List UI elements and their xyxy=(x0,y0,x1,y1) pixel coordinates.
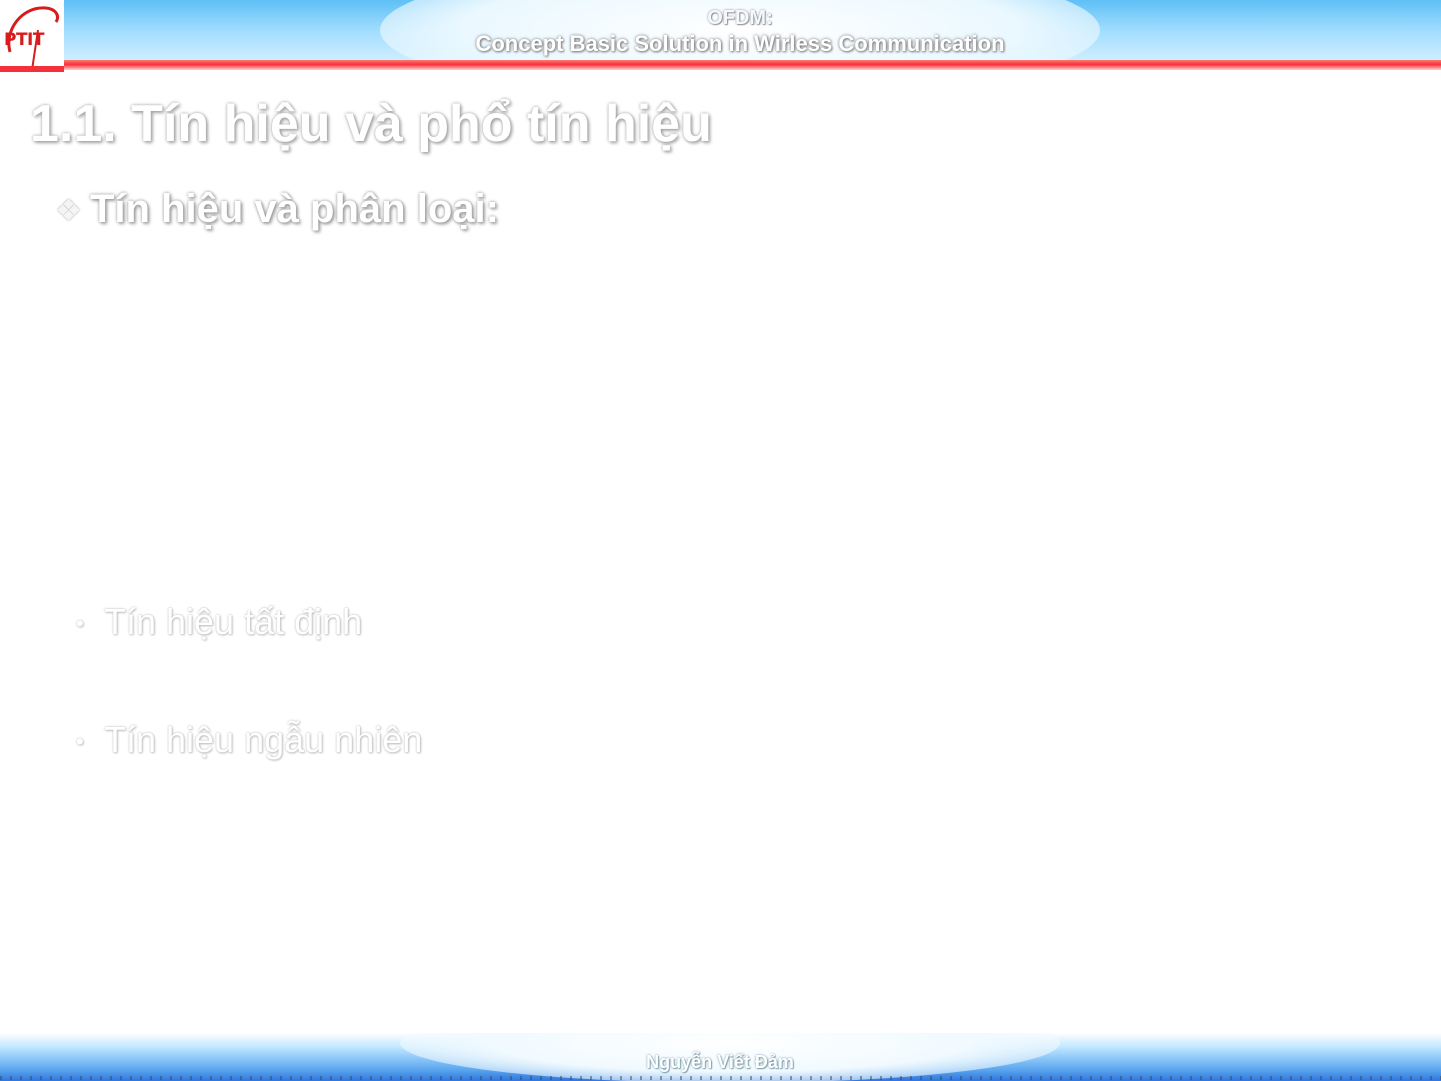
bullet-icon: • xyxy=(76,729,84,755)
list-item-text: Tín hiệu ngẫu nhiên xyxy=(104,719,423,760)
footer-author: Nguyễn Viết Đảm xyxy=(646,1052,794,1072)
slide: PTIT OFDM: Concept Basic Solution in Wir… xyxy=(0,0,1441,1081)
footer-dotted-rule xyxy=(0,1076,1441,1080)
header-title-line2: Concept Basic Solution in Wirless Commun… xyxy=(475,31,1005,56)
ptit-logo: PTIT xyxy=(0,0,64,72)
section-subheading: ❖ Tín hiệu và phân loại: xyxy=(56,183,499,237)
bullet-icon: • xyxy=(76,611,84,637)
header-title: OFDM: Concept Basic Solution in Wirless … xyxy=(440,6,1040,58)
list-item: • Tín hiệu ngẫu nhiên xyxy=(76,718,422,764)
header-red-rule xyxy=(0,60,1441,70)
list-item-text: Tín hiệu tất định xyxy=(104,601,363,642)
list-item: • Tín hiệu tất định xyxy=(76,600,362,646)
logo-text: PTIT xyxy=(4,30,44,50)
subheading-text: Tín hiệu và phân loại: xyxy=(90,187,499,231)
header-title-line1: OFDM: xyxy=(707,7,773,29)
slide-title: 1.1. Tín hiệu và phổ tín hiệu xyxy=(30,95,712,153)
diamond-bullet-icon: ❖ xyxy=(56,195,82,227)
